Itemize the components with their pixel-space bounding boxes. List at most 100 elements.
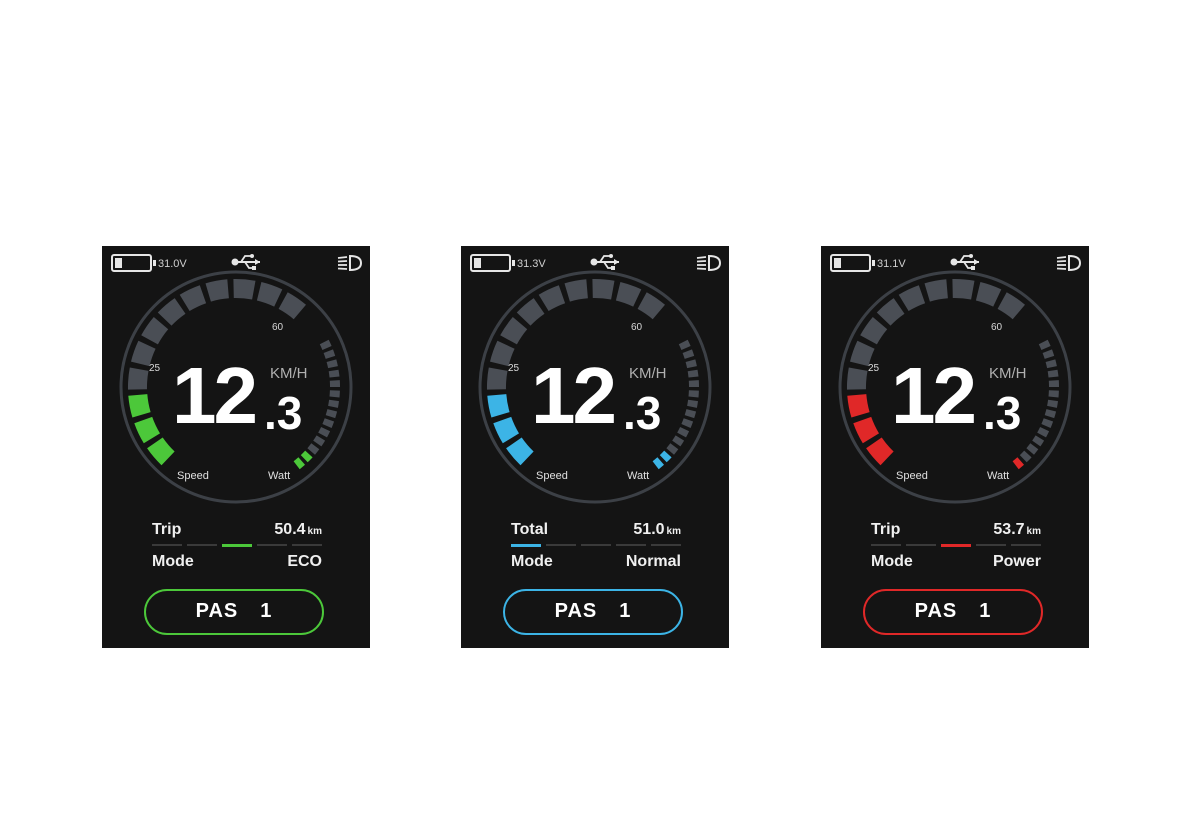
speed-segment-lit	[147, 437, 175, 466]
watt-label: Watt	[268, 470, 291, 482]
speed-segment-lit	[487, 394, 510, 418]
speed-segment	[486, 367, 508, 390]
watt-segment	[325, 409, 338, 419]
watt-segment	[1041, 418, 1054, 428]
speed-segment	[157, 298, 186, 326]
mode-label: Mode	[152, 553, 194, 570]
speed-segment-lit	[853, 416, 879, 444]
mode-value: Normal	[625, 553, 681, 570]
distance-label: Trip	[152, 521, 182, 538]
tick-label-25: 25	[868, 363, 880, 374]
watt-segment	[666, 443, 679, 455]
mode-indicator	[511, 544, 681, 547]
speed-unit: KM/H	[989, 365, 1027, 382]
tick-label-60: 60	[272, 322, 284, 333]
pas-label: PAS	[554, 600, 598, 622]
watt-segment	[313, 435, 326, 447]
speed-segment-lit	[134, 416, 160, 444]
watt-segment	[687, 399, 698, 408]
mode-bar	[906, 544, 936, 546]
watt-segment	[1032, 435, 1045, 447]
speed-segment	[952, 278, 975, 300]
mode-label: Mode	[871, 553, 913, 570]
speed-segment	[846, 367, 868, 390]
speed-segment-lit	[506, 437, 534, 466]
tick-label-60: 60	[991, 322, 1003, 333]
speed-decimal: .3	[264, 387, 303, 439]
distance-value: 53.7	[993, 521, 1025, 538]
speed-segment	[860, 317, 888, 345]
pas-level-button[interactable]: PAS 1	[144, 589, 324, 635]
pas-level-button[interactable]: PAS 1	[503, 589, 683, 635]
mode-bar	[976, 544, 1006, 546]
pas-level: 1	[260, 600, 273, 622]
speed-segment	[592, 278, 615, 300]
mode-label: Mode	[511, 553, 553, 570]
distance-unit: km	[666, 526, 681, 537]
speed-segment	[127, 367, 149, 390]
watt-segment	[682, 349, 695, 359]
mode-indicator	[871, 544, 1041, 547]
watt-label: Watt	[987, 470, 1010, 482]
mode-bar	[187, 544, 217, 546]
speed-segment-lit	[493, 416, 519, 444]
watt-segment	[328, 369, 340, 378]
mode-bar	[152, 544, 182, 546]
speed-segment	[615, 282, 642, 307]
tick-label-60: 60	[631, 322, 643, 333]
pas-label: PAS	[914, 600, 958, 622]
watt-segment	[329, 390, 340, 398]
watt-segment-lit	[659, 450, 672, 463]
mode-bar	[651, 544, 681, 546]
watt-segment-lit	[652, 457, 664, 470]
speed-segment	[975, 282, 1002, 307]
watt-segment	[688, 390, 699, 398]
watt-segment	[688, 380, 700, 387]
watt-segment	[687, 369, 699, 378]
distance-unit: km	[307, 526, 322, 537]
mode-bar	[292, 544, 322, 546]
distance-label: Trip	[871, 521, 901, 538]
mode-bar	[511, 544, 541, 547]
speed-segment	[924, 279, 948, 302]
speed-decimal: .3	[623, 387, 662, 439]
distance-value: 50.4	[274, 521, 306, 538]
distance-label: Total	[511, 521, 549, 538]
speed-segment	[564, 279, 588, 302]
speed-integer: 12	[172, 351, 258, 440]
mode-bar	[257, 544, 287, 546]
watt-segment	[307, 443, 320, 455]
pas-level-button[interactable]: PAS 1	[863, 589, 1043, 635]
mode-bar	[222, 544, 252, 547]
tick-label-25: 25	[508, 363, 520, 374]
tick-label-25: 25	[149, 363, 161, 374]
speed-segment	[233, 278, 256, 300]
display-power: 31.1V 60 25 12 .3 KM/H Speed Watt Trip 5…	[821, 246, 1089, 648]
speed-segment	[538, 285, 566, 311]
speed-segment-lit	[128, 394, 151, 418]
watt-segment	[1038, 339, 1051, 350]
pas-level: 1	[619, 600, 632, 622]
mode-value: ECO	[287, 553, 322, 570]
watt-segment	[672, 435, 685, 447]
watt-segment	[1044, 409, 1057, 419]
watt-segment	[1037, 427, 1050, 438]
watt-label: Watt	[627, 470, 650, 482]
watt-segment	[681, 418, 694, 428]
watt-segment	[1042, 349, 1055, 359]
watt-segment	[329, 380, 341, 387]
speed-decimal: .3	[983, 387, 1022, 439]
speed-unit: KM/H	[270, 365, 308, 382]
watt-segment-lit	[293, 457, 305, 470]
watt-segment	[318, 427, 331, 438]
speed-segment	[141, 317, 169, 345]
mode-bar	[546, 544, 576, 546]
mode-bar	[616, 544, 646, 546]
speed-label: Speed	[177, 470, 209, 482]
watt-segment-lit	[300, 450, 313, 463]
speed-segment	[516, 298, 545, 326]
speed-label: Speed	[896, 470, 928, 482]
display-eco: 31.0V 60 25 12 .3 KM/H Speed Watt Trip 5…	[102, 246, 370, 648]
watt-segment	[1047, 399, 1058, 408]
watt-segment	[326, 359, 338, 369]
